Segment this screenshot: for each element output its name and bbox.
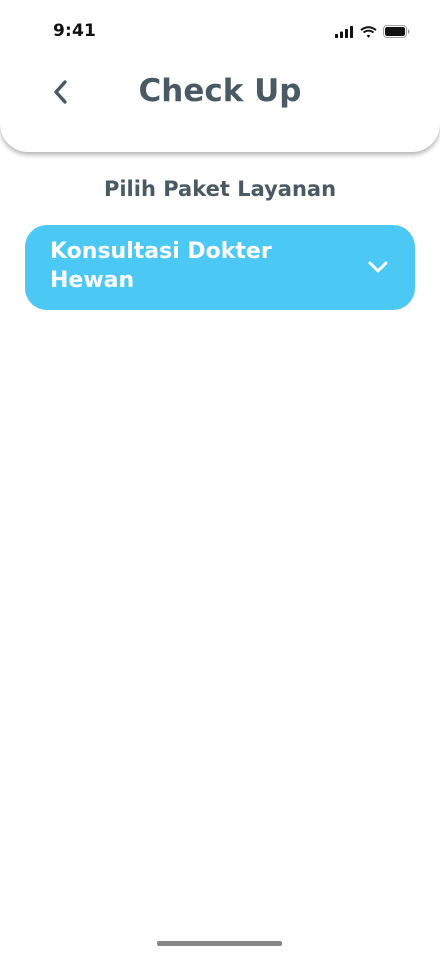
page-title: Check Up [138,73,302,109]
package-select-value: Konsultasi Dokter Hewan [50,239,272,293]
cellular-signal-icon [335,25,353,38]
package-select[interactable]: Konsultasi Dokter Hewan [25,225,415,310]
status-icons [335,25,410,38]
battery-icon [383,25,410,38]
home-indicator [157,941,282,946]
status-bar: 9:41 [0,0,440,56]
chevron-down-icon [368,261,388,273]
status-time: 9:41 [53,21,97,41]
wifi-icon [360,25,377,38]
section-title: Pilih Paket Layanan [103,177,337,201]
